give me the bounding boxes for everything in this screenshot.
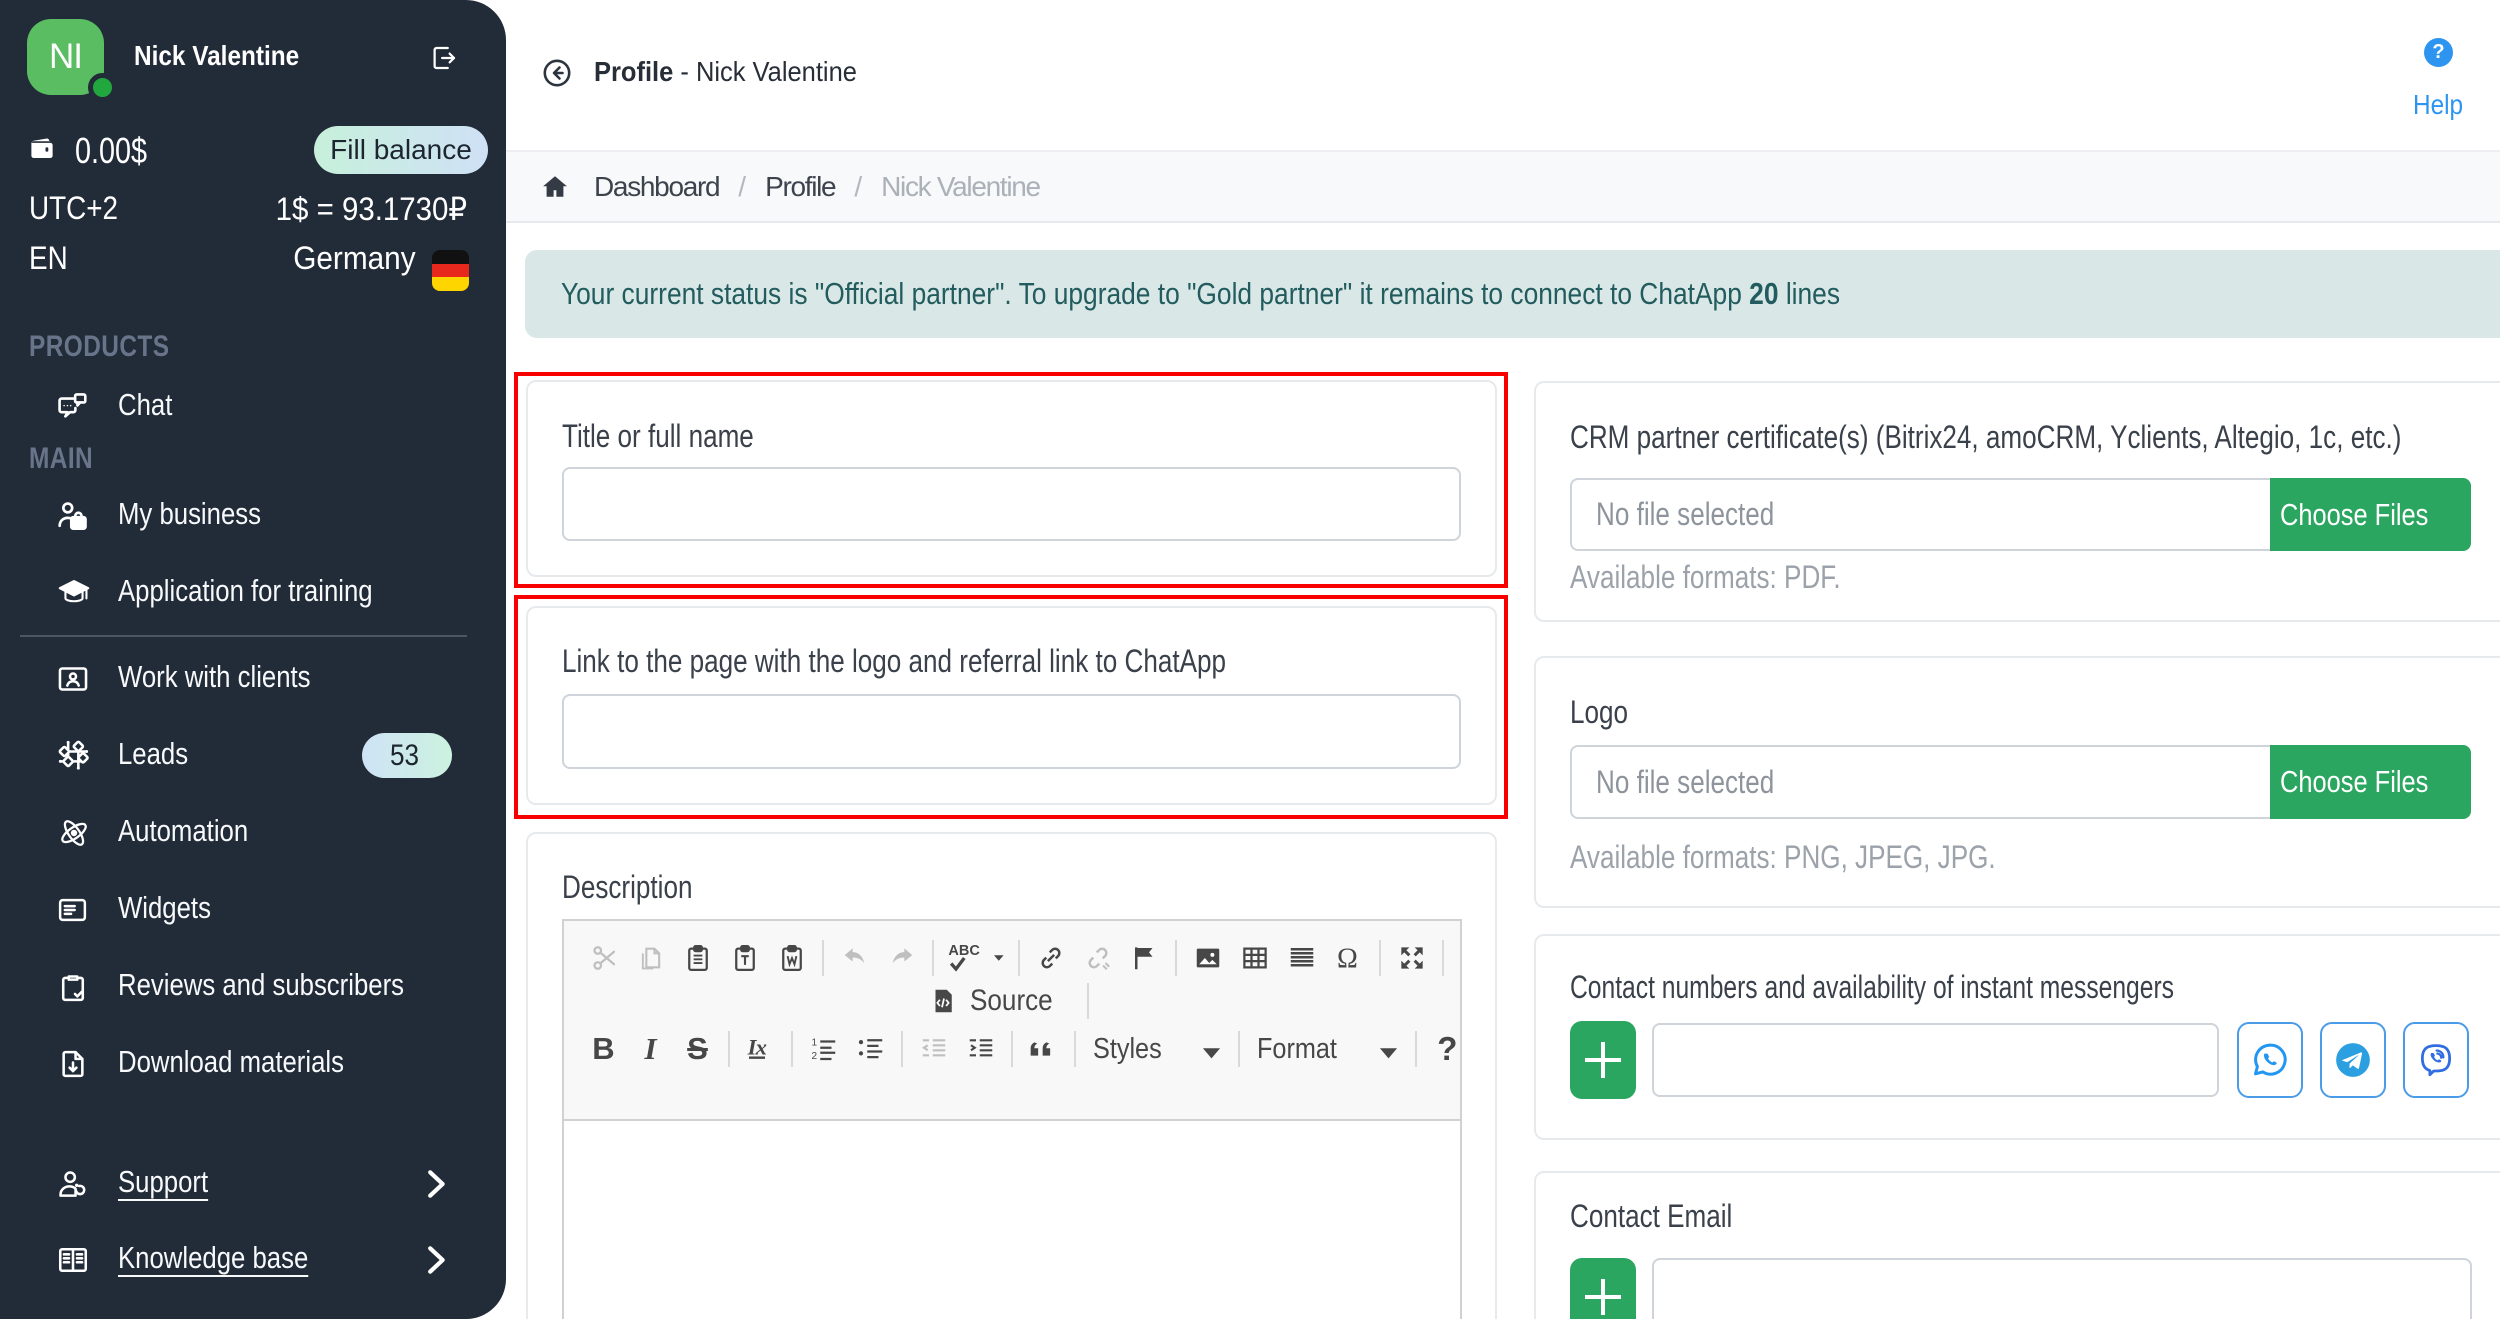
svg-text:ABC: ABC (948, 943, 980, 959)
svg-text:Ω: Ω (1337, 943, 1358, 974)
svg-text:x: x (754, 1034, 766, 1059)
svg-text:2: 2 (811, 1051, 817, 1062)
svg-text:1: 1 (811, 1037, 817, 1048)
